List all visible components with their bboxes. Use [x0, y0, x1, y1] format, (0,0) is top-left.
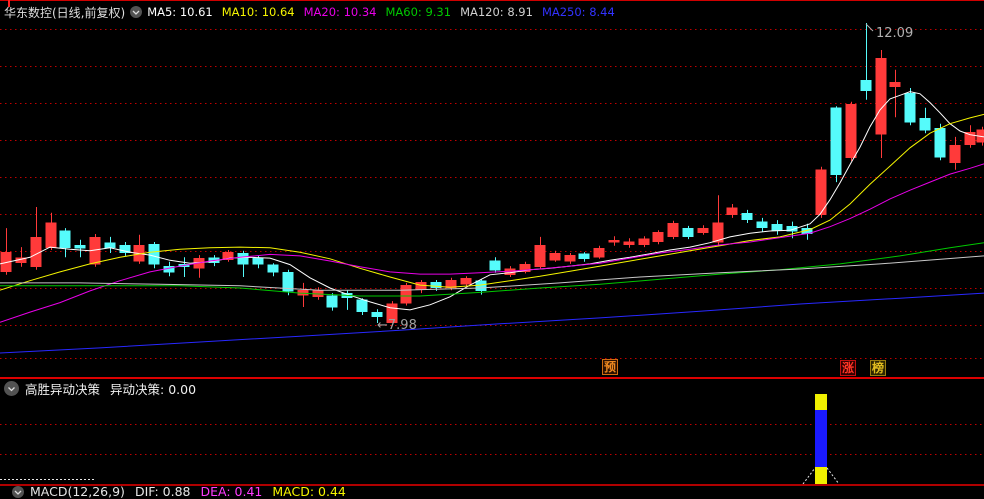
candle[interactable] — [46, 222, 57, 248]
candle[interactable] — [772, 224, 783, 231]
candle[interactable] — [698, 228, 709, 233]
ma-line-ma250 — [0, 293, 984, 353]
signal-bar-segment[interactable] — [815, 394, 827, 410]
candle[interactable] — [831, 108, 842, 175]
candle[interactable] — [579, 254, 590, 259]
candles — [1, 23, 984, 323]
ma-value-ma5: MA5: 10.61 — [147, 5, 213, 19]
candle[interactable] — [653, 232, 664, 242]
stock-app-window: { "header": { "title": "华东数控(日线,前复权)", "… — [0, 0, 984, 490]
ma-values-row: MA5: 10.61 MA10: 10.64 MA20: 10.34 MA60: 9.… — [147, 5, 624, 19]
dif-value: DIF: 0.88 — [135, 485, 191, 499]
candle[interactable] — [372, 312, 383, 317]
marker-flag[interactable]: 涨 — [840, 360, 856, 376]
gridlines — [0, 30, 984, 359]
marker-flag[interactable]: 榜 — [870, 360, 886, 376]
candle[interactable] — [238, 253, 249, 265]
candle[interactable] — [727, 208, 738, 215]
ma-value-ma120: MA120: 8.91 — [460, 5, 533, 19]
ma-value-ma250: MA250: 8.44 — [542, 5, 615, 19]
indicator-spike-line — [803, 468, 815, 484]
candle[interactable] — [861, 80, 872, 91]
chevron-down-icon[interactable] — [12, 486, 24, 498]
sub-indicator-value: 0.00 — [168, 382, 196, 397]
high-price-label: 12.09 — [876, 26, 913, 41]
low-price-label: ←7.98 — [377, 318, 417, 333]
candle[interactable] — [816, 170, 827, 215]
candle[interactable] — [668, 223, 679, 237]
macd-name: MACD(12,26,9) — [30, 485, 125, 499]
macd-row: MACD(12,26,9) DIF: 0.88 DEA: 0.41 MACD: … — [12, 485, 356, 499]
stock-title[interactable]: 华东数控(日线,前复权) — [4, 4, 125, 21]
sub-indicator-reading: 异动决策: 0.00 — [110, 379, 200, 398]
candle[interactable] — [431, 282, 442, 288]
signal-bar-segment[interactable] — [815, 467, 827, 484]
sub-panel-title[interactable]: 高胜异动决策 — [25, 379, 100, 398]
candle[interactable] — [565, 255, 576, 262]
candle[interactable] — [550, 253, 561, 260]
candle[interactable] — [639, 238, 650, 245]
candle[interactable] — [920, 118, 931, 130]
candle[interactable] — [60, 230, 71, 248]
ma-value-ma60: MA60: 9.31 — [386, 5, 452, 19]
candle[interactable] — [461, 278, 472, 285]
marker-flag[interactable]: 预 — [602, 359, 618, 375]
macd-value: MACD: 0.44 — [272, 485, 346, 499]
candle[interactable] — [742, 213, 753, 220]
candle[interactable] — [890, 82, 901, 87]
dea-value: DEA: 0.41 — [201, 485, 263, 499]
candle[interactable] — [535, 245, 546, 267]
signal-bar-segment[interactable] — [815, 410, 827, 467]
candle[interactable] — [950, 145, 961, 163]
candle[interactable] — [905, 93, 916, 122]
candle[interactable] — [757, 222, 768, 229]
candle[interactable] — [490, 260, 501, 270]
sub-panel-header: 高胜异动决策 异动决策: 0.00 — [4, 380, 200, 397]
indicator-spike-line — [827, 468, 839, 484]
chart-header: 华东数控(日线,前复权) MA5: 10.61 MA10: 10.64 MA20: … — [4, 4, 624, 20]
candle[interactable] — [105, 243, 116, 248]
candle[interactable] — [624, 241, 635, 245]
candle[interactable] — [327, 295, 338, 307]
chevron-down-icon[interactable] — [4, 381, 19, 396]
high-callout-line — [866, 24, 873, 31]
chevron-down-icon[interactable] — [130, 6, 142, 18]
sub-indicator-label: 异动决策: — [110, 382, 164, 397]
candle[interactable] — [416, 282, 427, 290]
ma-value-ma10: MA10: 10.64 — [222, 5, 295, 19]
candle[interactable] — [876, 58, 887, 135]
candle[interactable] — [253, 258, 264, 265]
candle[interactable] — [75, 245, 86, 249]
candle[interactable] — [846, 104, 857, 158]
candlestick-chart[interactable]: 12.09 ←7.98 — [0, 0, 984, 377]
sub-indicator-chart[interactable] — [0, 390, 984, 488]
ma-value-ma20: MA20: 10.34 — [304, 5, 377, 19]
candle[interactable] — [357, 300, 368, 312]
candle[interactable] — [594, 248, 605, 257]
candle[interactable] — [401, 285, 412, 303]
candle[interactable] — [609, 240, 620, 243]
candle[interactable] — [149, 244, 160, 264]
candle[interactable] — [935, 128, 946, 157]
ma-line-ma20 — [0, 164, 984, 322]
candle[interactable] — [683, 228, 694, 237]
candle[interactable] — [268, 265, 279, 273]
